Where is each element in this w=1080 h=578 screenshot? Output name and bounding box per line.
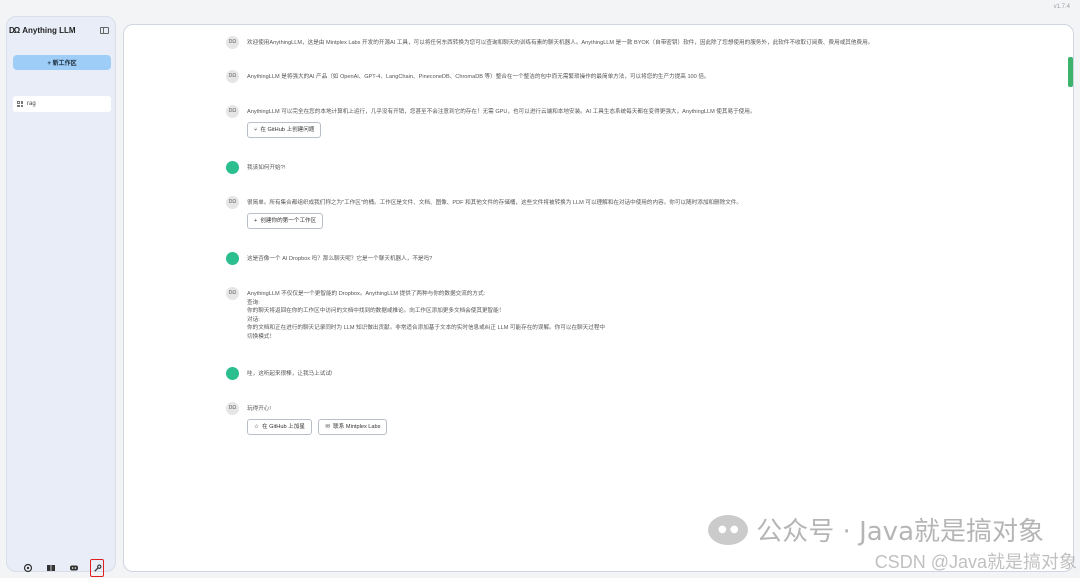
message-text: 很简单。所有集合都组织成我们称之为"工作区"的桶。工作区是文件、文档、图像、PD… <box>247 200 742 206</box>
assistant-avatar: DΩ <box>226 402 239 415</box>
brand: DΩ Anything LLM <box>9 26 76 35</box>
chat-message: DΩ 欢迎使用AnythingLLM，这是由 Mintplex Labs 开发的… <box>226 36 874 49</box>
sidebar: DΩ Anything LLM + 新工作区 rag <box>6 16 116 577</box>
message-line: 你的文档和正在进行的聊天记录同时为 LLM 知识做出贡献。非常适合添加基于文本的… <box>247 325 606 331</box>
button-label: 在 GitHub 上加星 <box>262 423 305 430</box>
plus-icon: + <box>254 217 258 224</box>
settings-wrench-icon[interactable] <box>90 559 104 577</box>
chat-message: 哇，这听起来很棒，让我马上试试! <box>226 367 333 380</box>
new-workspace-button[interactable]: + 新工作区 <box>13 55 111 70</box>
csdn-watermark: CSDN @Java就是搞对象 <box>874 552 1077 572</box>
message-line: 你的聊天将返回在你的工作区中访问的文档中找到的数据或推论。向工作区添加更多文档会… <box>247 308 505 314</box>
assistant-avatar: DΩ <box>226 70 239 83</box>
message-text: 欢迎使用AnythingLLM，这是由 Mintplex Labs 开发的开源A… <box>247 40 874 46</box>
button-label: 在 GitHub 上创建问题 <box>260 126 315 133</box>
chat-message: DΩ AnythingLLM 是将强大的AI 产品（如 OpenAi、GPT-4… <box>226 70 710 83</box>
workspace-item-label: rag <box>27 101 36 107</box>
chat-panel: DΩ 欢迎使用AnythingLLM，这是由 Mintplex Labs 开发的… <box>123 24 1074 572</box>
scrollbar-thumb[interactable] <box>1068 57 1073 87</box>
watermark-text: 公众号 · Java就是搞对象 <box>756 517 1044 547</box>
brand-name: Anything LLM <box>22 26 76 35</box>
new-workspace-label: + 新工作区 <box>47 61 77 67</box>
button-label: 联系 Mintplex Labs <box>333 423 381 430</box>
contact-mintplex-button[interactable]: ✉ 联系 Mintplex Labs <box>318 418 388 435</box>
chat-message: DΩ 玩得开心! ☆ 在 GitHub 上加星 ✉ 联系 Mintplex La… <box>226 402 392 435</box>
message-text: 玩得开心! <box>247 406 271 412</box>
community-icon[interactable] <box>21 562 34 575</box>
github-issue-button[interactable]: ⑂ 在 GitHub 上创建问题 <box>247 121 322 138</box>
message-text: AnythingLLM 可以完全在您的本地计算机上运行，几乎没有开销，您甚至不会… <box>247 109 756 115</box>
message-line: 切换模式！ <box>247 333 275 340</box>
watermark: ● ● 公众号 · Java就是搞对象 <box>708 511 1044 548</box>
assistant-avatar: DΩ <box>226 196 239 209</box>
chat-message: 我该如何开始?! <box>226 161 286 174</box>
sidebar-toggle-icon[interactable] <box>100 27 109 34</box>
chat-message: DΩ AnythingLLM 不仅仅是一个更智能的 Dropbox。Anythi… <box>226 287 606 341</box>
chat-message: DΩ AnythingLLM 可以完全在您的本地计算机上运行，几乎没有开销，您甚… <box>226 105 756 138</box>
wechat-logo-icon: ● ● <box>708 514 749 545</box>
assistant-avatar: DΩ <box>226 105 239 118</box>
docs-icon[interactable] <box>44 562 57 575</box>
message-text: 这是否像一个 AI Dropbox 吗？那么聊天呢？它是一个聊天机器人，不是吗? <box>247 256 433 262</box>
user-avatar <box>226 161 239 174</box>
message-line: 对话: <box>247 316 260 323</box>
button-label: 创建你的第一个工作区 <box>260 217 317 224</box>
workspace-grid-icon <box>17 101 23 107</box>
user-avatar <box>226 367 239 380</box>
mail-icon: ✉ <box>325 423 331 430</box>
git-branch-icon: ⑂ <box>254 126 258 133</box>
message-line: AnythingLLM 不仅仅是一个更智能的 Dropbox。AnythingL… <box>247 291 486 297</box>
message-text: 我该如何开始?! <box>247 165 286 171</box>
discord-icon[interactable] <box>67 562 80 575</box>
version-label: v1.7.4 <box>1053 4 1070 10</box>
message-line: 查询: <box>247 299 260 306</box>
create-workspace-button[interactable]: + 创建你的第一个工作区 <box>247 212 324 229</box>
github-star-button[interactable]: ☆ 在 GitHub 上加星 <box>247 418 312 435</box>
sidebar-footer <box>21 559 104 577</box>
workspace-item-rag[interactable]: rag <box>13 96 111 112</box>
user-avatar <box>226 252 239 265</box>
assistant-avatar: DΩ <box>226 36 239 49</box>
star-icon: ☆ <box>254 423 260 430</box>
message-text: AnythingLLM 是将强大的AI 产品（如 OpenAi、GPT-4、La… <box>247 74 710 80</box>
chat-message: DΩ 很简单。所有集合都组织成我们称之为"工作区"的桶。工作区是文件、文档、图像… <box>226 196 742 229</box>
chat-message: 这是否像一个 AI Dropbox 吗？那么聊天呢？它是一个聊天机器人，不是吗? <box>226 252 433 265</box>
brand-logo-icon: DΩ <box>9 26 20 35</box>
assistant-avatar: DΩ <box>226 287 239 300</box>
message-text: 哇，这听起来很棒，让我马上试试! <box>247 371 333 377</box>
